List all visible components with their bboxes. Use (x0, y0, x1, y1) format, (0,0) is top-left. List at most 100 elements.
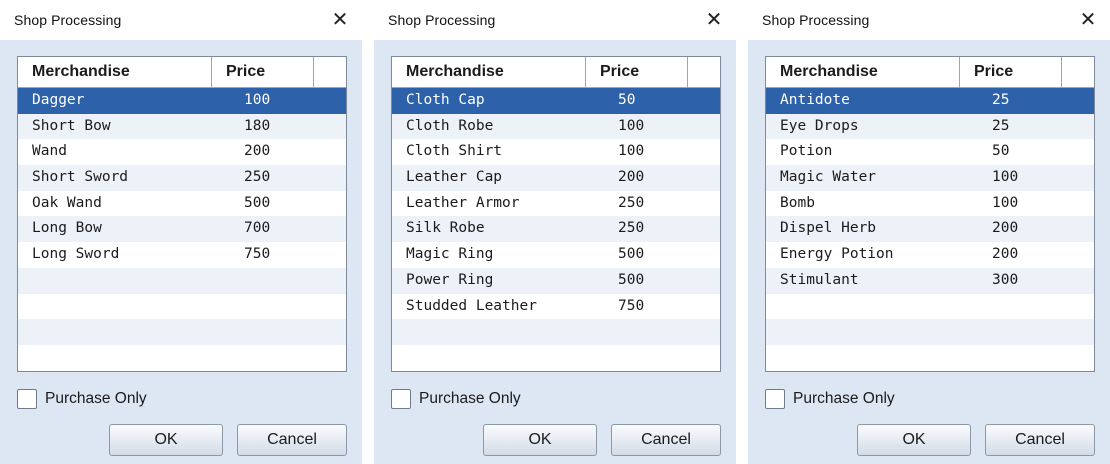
shop-processing-dialog: Shop Processing ✕ Merchandise Price Dagger 10… (0, 0, 362, 464)
item-name: Cloth Shirt (406, 143, 503, 160)
list-item[interactable]: Oak Wand 500 (18, 191, 346, 217)
merchandise-list[interactable]: Merchandise Price Cloth Cap 50 Cloth Robe 100… (391, 56, 721, 372)
column-header-merchandise[interactable]: Merchandise (766, 57, 960, 87)
list-item[interactable]: Silk Robe 250 (392, 216, 720, 243)
list-item[interactable]: Short Sword 250 (18, 165, 346, 191)
item-name: Magic Water (780, 169, 877, 186)
purchase-only-label: Purchase Only (793, 390, 895, 407)
merchandise-list[interactable]: Merchandise Price Dagger 100 Short Bow 180 Wan… (17, 56, 347, 372)
list-item[interactable]: Magic Water 100 (766, 165, 1094, 191)
item-price: 25 (992, 117, 1010, 134)
list-item[interactable]: Stimulant 300 (766, 267, 1094, 294)
list-item[interactable]: Leather Armor 250 (392, 191, 720, 217)
item-name: Potion (780, 143, 833, 160)
item-price: 300 (992, 271, 1019, 288)
close-icon[interactable]: ✕ (326, 6, 354, 34)
list-item[interactable]: Cloth Cap 50 (392, 88, 720, 114)
empty-row (18, 345, 346, 371)
list-item[interactable]: Cloth Shirt 100 (392, 139, 720, 165)
item-name: Energy Potion (780, 246, 894, 263)
checkbox-box[interactable] (391, 389, 411, 409)
dialog-title: Shop Processing (14, 12, 122, 28)
list-item[interactable]: Bomb 100 (766, 191, 1094, 217)
shop-processing-dialog: Shop Processing ✕ Merchandise Price Cloth Ca… (374, 0, 736, 464)
item-price: 100 (618, 143, 645, 160)
column-header-merchandise[interactable]: Merchandise (392, 57, 586, 87)
list-item[interactable]: Potion 50 (766, 139, 1094, 165)
item-price: 50 (992, 143, 1010, 160)
list-item[interactable]: Magic Ring 500 (392, 242, 720, 268)
item-name: Dagger (32, 92, 85, 108)
item-name: Magic Ring (406, 246, 494, 263)
column-header-price[interactable]: Price (212, 57, 314, 87)
item-name: Power Ring (406, 271, 494, 288)
item-price: 500 (618, 271, 645, 288)
list-item[interactable]: Power Ring 500 (392, 267, 720, 294)
empty-row (766, 294, 1094, 320)
list-item[interactable]: Long Sword 750 (18, 242, 346, 268)
empty-row (392, 345, 720, 371)
cancel-button[interactable]: Cancel (611, 424, 721, 456)
item-price: 25 (992, 92, 1010, 108)
close-icon[interactable]: ✕ (700, 6, 728, 34)
item-name: Stimulant (780, 271, 859, 288)
merchandise-list[interactable]: Merchandise Price Antidote 25 Eye Drops 25 Pot… (765, 56, 1095, 372)
list-item[interactable]: Dagger 100 (18, 88, 346, 114)
list-item[interactable]: Leather Cap 200 (392, 165, 720, 191)
item-name: Long Bow (32, 220, 102, 237)
list-item[interactable]: Short Bow 180 (18, 113, 346, 140)
empty-row (18, 319, 346, 345)
empty-row (392, 319, 720, 345)
purchase-only-checkbox[interactable]: Purchase Only (765, 387, 895, 411)
item-price: 250 (618, 194, 645, 211)
list-item[interactable]: Studded Leather 750 (392, 294, 720, 320)
list-header: Merchandise Price (18, 57, 346, 88)
ok-button[interactable]: OK (857, 424, 971, 456)
checkbox-box[interactable] (17, 389, 37, 409)
list-item[interactable]: Antidote 25 (766, 88, 1094, 114)
ok-button[interactable]: OK (109, 424, 223, 456)
shop-processing-dialog: Shop Processing ✕ Merchandise Price Antidote… (748, 0, 1110, 464)
item-price: 500 (618, 246, 645, 263)
item-price: 250 (244, 169, 271, 186)
item-price: 200 (244, 143, 271, 160)
column-header-price[interactable]: Price (960, 57, 1062, 87)
checkbox-box[interactable] (765, 389, 785, 409)
item-name: Bomb (780, 194, 815, 211)
purchase-only-checkbox[interactable]: Purchase Only (391, 387, 521, 411)
list-item[interactable]: Wand 200 (18, 139, 346, 165)
empty-row (766, 319, 1094, 345)
item-price: 100 (244, 92, 271, 108)
title-bar: Shop Processing ✕ (748, 0, 1110, 40)
item-price: 750 (244, 246, 271, 263)
item-name: Dispel Herb (780, 220, 877, 237)
item-price: 250 (618, 220, 645, 237)
cancel-button[interactable]: Cancel (237, 424, 347, 456)
list-item[interactable]: Cloth Robe 100 (392, 113, 720, 140)
item-name: Studded Leather (406, 297, 537, 314)
list-item[interactable]: Energy Potion 200 (766, 242, 1094, 268)
item-price: 100 (992, 194, 1019, 211)
close-icon[interactable]: ✕ (1074, 6, 1102, 34)
item-name: Cloth Robe (406, 117, 494, 134)
column-header-filler (688, 57, 720, 87)
item-price: 100 (992, 169, 1019, 186)
item-name: Eye Drops (780, 117, 859, 134)
list-item[interactable]: Dispel Herb 200 (766, 216, 1094, 243)
ok-button[interactable]: OK (483, 424, 597, 456)
item-name: Antidote (780, 92, 850, 108)
purchase-only-checkbox[interactable]: Purchase Only (17, 387, 147, 411)
cancel-button[interactable]: Cancel (985, 424, 1095, 456)
column-header-price[interactable]: Price (586, 57, 688, 87)
item-name: Cloth Cap (406, 92, 485, 108)
dialog-title: Shop Processing (388, 12, 496, 28)
item-name: Short Sword (32, 169, 129, 186)
empty-row (766, 345, 1094, 371)
item-price: 200 (992, 220, 1019, 237)
column-header-merchandise[interactable]: Merchandise (18, 57, 212, 87)
empty-row (18, 294, 346, 320)
list-item[interactable]: Eye Drops 25 (766, 113, 1094, 140)
title-bar: Shop Processing ✕ (374, 0, 736, 40)
item-price: 200 (992, 246, 1019, 263)
list-item[interactable]: Long Bow 700 (18, 216, 346, 243)
